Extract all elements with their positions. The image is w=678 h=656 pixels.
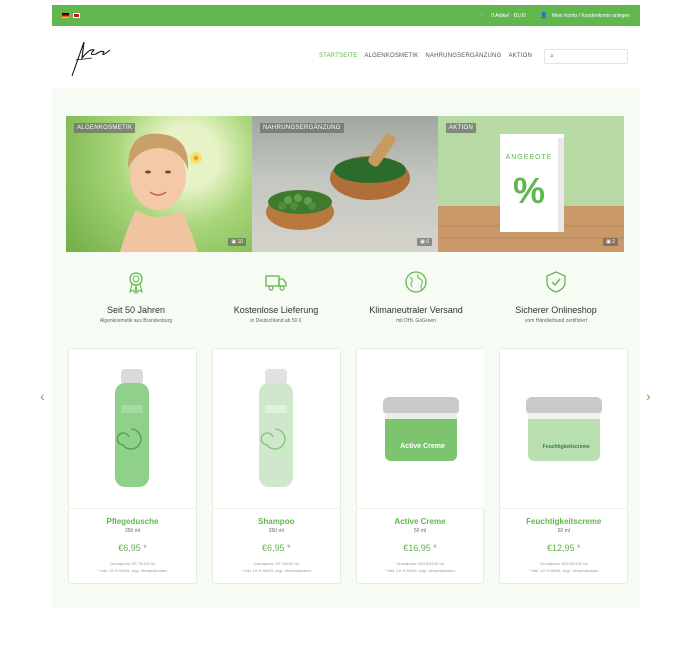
product-base-price: Grundpreis: €2,78/100 ml — [109, 561, 156, 566]
banner-aktion[interactable]: AKTION ANGEBOTE % ▣ 2 — [438, 116, 624, 252]
product-name[interactable]: Active Creme — [357, 517, 484, 526]
jar-label: Feuchtigkeitscreme — [542, 444, 590, 450]
nav-item-nahrungsergaenzung[interactable]: NAHRUNGSERGÄNZUNG — [425, 53, 501, 59]
jar-label: Active Creme — [400, 443, 445, 450]
product-size: 250 ml — [268, 528, 284, 534]
globe-icon — [405, 271, 427, 293]
banner-algenkosmetik[interactable]: ALGENKOSMETIK ▣ 10 — [66, 116, 252, 252]
user-icon: 👤 — [540, 13, 548, 19]
cart-icon: 🛒 — [479, 13, 487, 19]
spirulina-bowls-image — [266, 133, 410, 230]
main-content: ALGENKOSMETIK ▣ 10 NAHRUNGSERGÄNZUNG ▣ 6 — [52, 88, 640, 608]
product-carousel: Pflegedusche 250 ml €6,95 * Grundpreis: … — [68, 348, 628, 584]
product-price: €12,95 * — [546, 543, 581, 553]
product-size: 250 ml — [124, 528, 140, 534]
nav-item-algenkosmetik[interactable]: ALGENKOSMETIK — [364, 53, 418, 59]
product-card[interactable]: Active Creme Active Creme 50 ml €16,95 *… — [355, 348, 485, 584]
product-base-price: Grundpreis: €25,90/100 ml — [540, 561, 588, 566]
product-name[interactable]: Pflegedusche — [69, 517, 196, 526]
woman-face-image — [120, 133, 202, 252]
header: STARTSEITE ALGENKOSMETIK NAHRUNGSERGÄNZU… — [52, 26, 640, 88]
product-image[interactable]: Feuchtigkeitscreme — [500, 349, 628, 509]
product-info: Feuchtigkeitscreme 50 ml €12,95 * Grundp… — [500, 517, 627, 573]
percent-icon: % — [512, 170, 545, 211]
cart-text: 0 Artikel · €0,00 — [491, 13, 526, 19]
banner-count: ▣ 6 — [417, 238, 432, 246]
product-price: €6,95 * — [118, 543, 147, 553]
search-icon[interactable]: ⌕ — [550, 53, 554, 61]
product-tax-note: * Inkl. 19 % MwSt. zzgl. Versandkosten — [385, 568, 455, 573]
truck-icon — [265, 275, 287, 291]
logo[interactable] — [66, 36, 116, 78]
feature-title: Sicherer Onlineshop — [515, 305, 597, 315]
product-card[interactable]: Feuchtigkeitscreme Feuchtigkeitscreme 50… — [499, 348, 628, 584]
feature-item: Kostenlose Lieferung in Deutschland ab 5… — [206, 270, 346, 324]
english-flag-icon[interactable] — [73, 13, 80, 18]
product-info: Pflegedusche 250 ml €6,95 * Grundpreis: … — [69, 517, 196, 573]
german-flag-icon[interactable] — [62, 13, 69, 18]
feature-subtitle: in Deutschland ab 50 € — [250, 318, 302, 324]
product-base-price: Grundpreis: €33,90/100 ml — [396, 561, 444, 566]
feature-title: Kostenlose Lieferung — [233, 305, 319, 315]
banner-label: NAHRUNGSERGÄNZUNG — [260, 123, 344, 133]
nav-item-aktion[interactable]: AKTION — [508, 53, 532, 59]
cart-link[interactable]: 🛒 0 Artikel · €0,00 — [479, 12, 526, 19]
feature-row: Seit 50 Jahren Algenkosmetik aus Branden… — [66, 270, 626, 324]
product-name[interactable]: Feuchtigkeitscreme — [500, 517, 627, 526]
product-card[interactable]: Pflegedusche 250 ml €6,95 * Grundpreis: … — [68, 348, 197, 584]
main-nav: STARTSEITE ALGENKOSMETIK NAHRUNGSERGÄNZU… — [319, 53, 532, 59]
product-tax-note: * Inkl. 19 % MwSt. zzgl. Versandkosten — [97, 568, 168, 573]
product-size: 50 ml — [557, 528, 570, 534]
feature-item: Seit 50 Jahren Algenkosmetik aus Branden… — [66, 270, 206, 324]
product-info: Active Creme 50 ml €16,95 * Grundpreis: … — [357, 517, 484, 573]
shield-check-icon — [546, 271, 566, 293]
banner-label: AKTION — [446, 123, 477, 133]
award-icon — [129, 272, 143, 295]
product-price: €6,95 * — [261, 543, 291, 553]
feature-item: Sicherer Onlineshop vom Händlerbund zert… — [486, 270, 626, 324]
search-input[interactable] — [557, 53, 618, 60]
product-info: Shampoo 250 ml €6,95 * Grundpreis: €2,78… — [213, 517, 340, 573]
product-size: 50 ml — [413, 528, 427, 534]
banner-label: ALGENKOSMETIK — [74, 123, 136, 133]
feature-subtitle: mit DHL GoGreen — [396, 318, 436, 324]
product-image[interactable]: Active Creme — [356, 349, 484, 509]
product-base-price: Grundpreis: €2,78/100 ml — [253, 561, 299, 566]
top-bar: 🛒 0 Artikel · €0,00 👤 Mein Konto / Kunde… — [52, 5, 640, 26]
search-box[interactable]: ⌕ — [544, 49, 628, 64]
banner-count: ▣ 2 — [603, 238, 618, 246]
category-banners: ALGENKOSMETIK ▣ 10 NAHRUNGSERGÄNZUNG ▣ 6 — [66, 116, 626, 252]
account-text: Mein Konto / Kundenkonto anlegen — [551, 13, 630, 19]
product-tax-note: * Inkl. 19 % MwSt. zzgl. Versandkosten — [241, 568, 311, 573]
product-price: €16,95 * — [403, 543, 437, 553]
product-image[interactable] — [69, 349, 196, 509]
feature-item: Klimaneutraler Versand mit DHL GoGreen — [346, 270, 486, 324]
feature-title: Seit 50 Jahren — [106, 305, 166, 315]
product-tax-note: * Inkl. 19 % MwSt. zzgl. Versandkosten — [529, 568, 599, 573]
feature-subtitle: Algenkosmetik aus Brandenburg — [99, 318, 173, 324]
carousel-next-icon[interactable]: › — [646, 388, 651, 404]
account-link[interactable]: 👤 Mein Konto / Kundenkonto anlegen — [540, 12, 630, 19]
carousel-prev-icon[interactable]: ‹ — [40, 388, 45, 404]
product-card[interactable]: Shampoo 250 ml €6,95 * Grundpreis: €2,78… — [211, 348, 341, 584]
banner-count: ▣ 10 — [228, 238, 246, 246]
language-switcher[interactable] — [62, 13, 80, 18]
feature-title: Klimaneutraler Versand — [369, 305, 463, 315]
offer-card-text: ANGEBOTE — [505, 154, 553, 161]
product-image[interactable] — [212, 349, 340, 509]
product-name[interactable]: Shampoo — [213, 517, 340, 526]
banner-nahrungsergaenzung[interactable]: NAHRUNGSERGÄNZUNG ▣ 6 — [252, 116, 438, 252]
nav-item-startseite[interactable]: STARTSEITE — [319, 53, 357, 59]
feature-subtitle: vom Händlerbund zertifiziert — [524, 318, 588, 324]
